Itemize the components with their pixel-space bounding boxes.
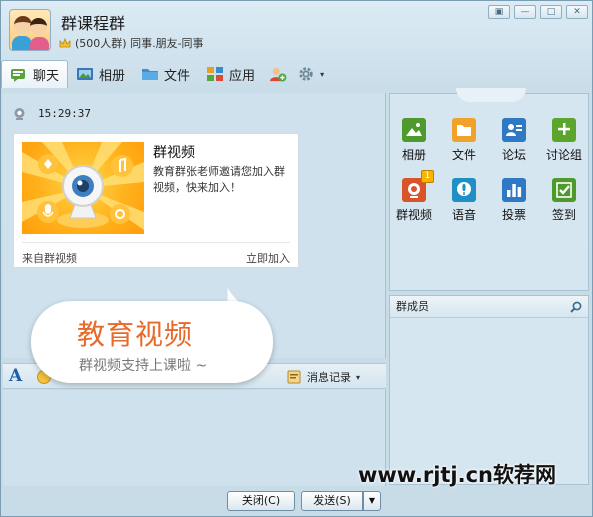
webcam-icon	[14, 108, 25, 120]
app-files[interactable]: 文件	[442, 118, 486, 166]
promo-bubble: 教育视频 群视频支持上课啦 ~	[31, 301, 273, 383]
discussion-app-icon	[552, 118, 576, 142]
tab-files[interactable]: 文件	[133, 60, 198, 88]
add-member-button[interactable]	[263, 60, 293, 88]
tab-album[interactable]: 相册	[68, 60, 133, 88]
message-input[interactable]	[3, 390, 386, 486]
app-discussion[interactable]: 讨论组	[542, 118, 586, 166]
group-video-card[interactable]: 群视频 教育群张老师邀请您加入群视频，快来加入！ 来自群视频 立即加入	[13, 133, 299, 268]
app-group-video-label: 群视频	[395, 208, 432, 222]
footer-actions: 关闭(C) 发送(S) ▼	[3, 487, 592, 515]
members-title: 群成员	[396, 300, 429, 313]
vote-app-icon	[502, 178, 526, 202]
gear-icon	[299, 67, 313, 81]
group-video-app-icon: 1	[402, 170, 434, 202]
tab-files-label: 文件	[164, 68, 191, 84]
skin-button[interactable]: ▣	[488, 5, 510, 19]
group-title: 群课程群	[61, 14, 126, 33]
photo-icon	[77, 68, 94, 80]
tab-bar: 聊天 相册 文件 应用 ▾	[1, 59, 328, 89]
add-member-icon	[270, 67, 287, 82]
history-icon	[287, 370, 301, 384]
send-button[interactable]: 发送(S)	[301, 491, 363, 511]
card-title: 群视频	[153, 145, 195, 161]
app-album-label: 相册	[401, 148, 426, 162]
promo-headline: 教育视频	[77, 318, 194, 351]
tab-chat-label: 聊天	[33, 69, 60, 84]
card-source: 来自群视频	[22, 252, 77, 265]
card-divider	[22, 242, 290, 243]
crown-icon	[59, 37, 71, 47]
video-thumbnail	[22, 142, 144, 234]
members-header: 群成员	[390, 296, 588, 318]
photo-app-icon	[402, 118, 426, 142]
message-time-row: 15:29:37	[13, 107, 91, 120]
group-subtitle: (500人群) 同事.朋友-同事	[59, 35, 204, 51]
checkin-app-icon	[552, 178, 576, 202]
tab-apps-label: 应用	[229, 68, 256, 84]
promo-caption: 群视频支持上课啦 ~	[79, 358, 208, 374]
app-vote-label: 投票	[501, 208, 526, 222]
folder-icon	[142, 69, 159, 80]
history-label: 消息记录	[307, 371, 351, 384]
close-button[interactable]: 关闭(C)	[227, 491, 295, 511]
tab-chat[interactable]: 聊天	[1, 60, 69, 88]
app-forum[interactable]: 论坛	[492, 118, 536, 166]
app-group-video[interactable]: 1 群视频	[392, 170, 436, 226]
panel-handle	[456, 88, 526, 102]
card-description: 教育群张老师邀请您加入群视频，快来加入！	[153, 165, 285, 194]
group-avatar[interactable]	[9, 9, 51, 51]
app-voice-label: 语音	[451, 208, 476, 222]
app-album[interactable]: 相册	[392, 118, 436, 166]
site-watermark: www.rjtj.cn软荐网	[358, 463, 557, 487]
message-history-button[interactable]: 消息记录 ▾	[287, 369, 360, 385]
chevron-down-icon: ▾	[356, 372, 361, 382]
app-checkin-label: 签到	[551, 208, 576, 222]
send-options-button[interactable]: ▼	[363, 491, 381, 511]
webcam-illustration-icon	[22, 142, 144, 230]
join-now-link[interactable]: 立即加入	[246, 250, 290, 266]
app-files-label: 文件	[451, 148, 476, 162]
group-apps-panel: 相册 文件 论坛 讨论组 1 群视频 语音 投票 签到	[389, 88, 589, 291]
notification-badge: 1	[421, 170, 434, 183]
apps-icon	[207, 67, 224, 81]
app-checkin[interactable]: 签到	[542, 178, 586, 226]
app-voice[interactable]: 语音	[442, 178, 486, 226]
message-timestamp: 15:29:37	[38, 107, 91, 120]
tab-album-label: 相册	[99, 68, 126, 84]
voice-app-icon	[452, 178, 476, 202]
app-discussion-label: 讨论组	[545, 148, 582, 162]
search-icon[interactable]	[570, 301, 582, 313]
group-chat-window: 群课程群 (500人群) 同事.朋友-同事 ▣ — □ ✕ 聊天 相册 文件 应…	[0, 0, 593, 517]
close-window-button[interactable]: ✕	[566, 5, 588, 19]
folder-app-icon	[452, 118, 476, 142]
app-vote[interactable]: 投票	[492, 178, 536, 226]
group-members-panel[interactable]: 群成员	[389, 295, 589, 485]
window-controls: ▣ — □ ✕	[488, 5, 588, 19]
app-forum-label: 论坛	[501, 148, 526, 162]
minimize-button[interactable]: —	[514, 5, 536, 19]
group-description: (500人群) 同事.朋友-同事	[75, 37, 204, 50]
tab-apps[interactable]: 应用	[198, 60, 263, 88]
forum-app-icon	[502, 118, 526, 142]
chevron-down-icon: ▾	[320, 69, 325, 79]
maximize-button[interactable]: □	[540, 5, 562, 19]
font-button[interactable]: A	[9, 366, 22, 386]
chat-icon	[11, 68, 25, 82]
settings-menu-button[interactable]: ▾	[293, 60, 328, 88]
